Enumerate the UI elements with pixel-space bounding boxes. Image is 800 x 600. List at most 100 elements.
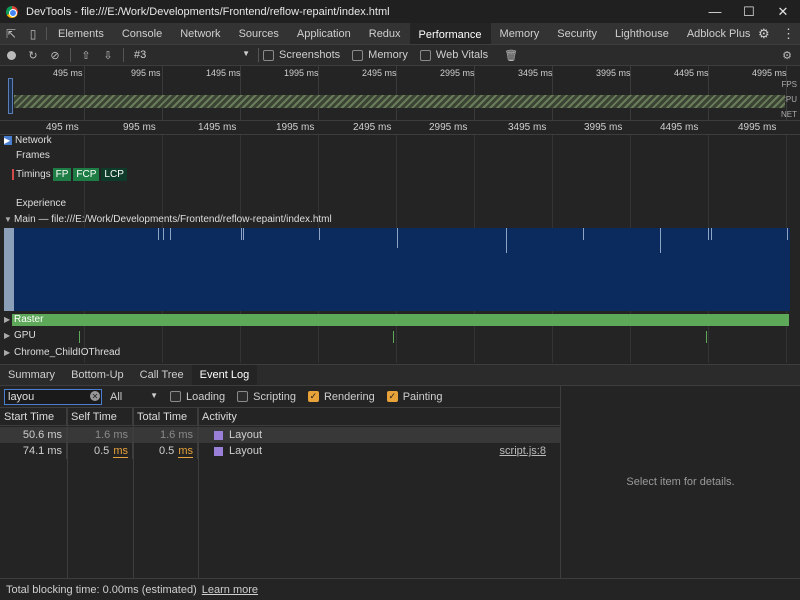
divider [70,48,71,62]
capture-settings-icon[interactable]: ⚙ [776,49,798,62]
settings-gear-icon[interactable]: ⚙ [758,23,770,45]
ruler-tick: 3995 ms [584,122,623,133]
table-row[interactable]: 50.6 ms 1.6 ms 1.6 ms Layout [0,427,560,443]
category-select[interactable]: All ▼ [110,391,158,403]
tab-network[interactable]: Network [171,23,229,44]
expand-arrow-icon[interactable]: ▶ [4,348,14,357]
loading-label: Loading [186,390,226,403]
download-icon[interactable]: ⇩ [97,49,119,62]
expand-arrow-icon[interactable]: ▶ [4,136,12,145]
overview-tick: 1995 ms [284,68,319,78]
garbage-collect-icon[interactable]: 🗑 [500,49,522,62]
clear-icon[interactable]: ⊘ [44,49,66,62]
expand-arrow-icon[interactable]: ▶ [4,331,14,340]
record-icon[interactable] [0,50,22,60]
close-icon[interactable]: ✕ [766,0,800,23]
dropdown-arrow-icon: ▼ [242,49,250,58]
upload-icon[interactable]: ⇧ [75,49,97,62]
overview-tick: 4495 ms [674,68,709,78]
overview-tick: 995 ms [131,68,161,78]
start-time-cell: 50.6 ms [0,427,67,443]
tab-summary[interactable]: Summary [0,365,63,385]
ruler-tick: 1495 ms [198,122,237,133]
layout-category-swatch [214,430,223,440]
layout-category-swatch [214,446,223,456]
fp-marker[interactable]: FP [52,167,72,181]
experience-track[interactable]: Experience [0,198,800,212]
maximize-icon[interactable]: ☐ [732,0,766,23]
filter-input[interactable] [4,388,102,405]
tab-bottom-up[interactable]: Bottom-Up [63,365,132,385]
frames-track[interactable]: Frames [0,150,800,164]
lcp-marker[interactable]: LCP [101,167,127,181]
event-log-filter-bar: All ▼ Loading Scripting ✓Rendering ✓Paint… [0,386,560,408]
ruler-tick: 2995 ms [429,122,468,133]
web-vitals-checkbox[interactable]: Web Vitals [419,49,488,61]
tab-call-tree[interactable]: Call Tree [132,365,192,385]
profile-select[interactable]: #3 ▼ [128,49,254,61]
column-total-time[interactable]: Total Time [133,408,198,425]
inspect-element-icon[interactable]: ⇱ [0,23,22,44]
main-thread-header[interactable]: ▼ Main — file:///E:/Work/Developments/Fro… [0,214,800,227]
tab-memory[interactable]: Memory [491,23,549,44]
more-options-icon[interactable]: ⋮ [782,23,795,45]
tab-elements[interactable]: Elements [49,23,113,44]
timings-track[interactable]: Timings FP FCP LCP [0,166,800,182]
tab-sources[interactable]: Sources [230,23,288,44]
activity-cell: Layout script.js:8 [198,443,560,459]
tab-redux[interactable]: Redux [360,23,410,44]
overview-tick: 3495 ms [518,68,553,78]
fcp-marker[interactable]: FCP [73,167,100,181]
raster-track[interactable]: ▶ Raster [0,314,800,327]
tab-performance[interactable]: Performance [409,23,491,44]
fps-label: FPS [781,80,797,89]
reload-record-icon[interactable]: ↻ [22,49,44,62]
tab-security[interactable]: Security [548,23,606,44]
raster-track-label: Raster [14,314,44,325]
ruler-tick: 4995 ms [738,122,777,133]
chrome-logo-icon [6,5,18,18]
column-start-time[interactable]: Start Time [0,408,67,425]
tab-event-log[interactable]: Event Log [191,365,258,385]
scripting-checkbox[interactable]: Scripting [237,391,296,403]
tab-lighthouse[interactable]: Lighthouse [606,23,678,44]
device-toolbar-icon[interactable]: ▯ [22,23,44,44]
self-time-cell: 1.6 ms [67,427,133,443]
self-time-unit: ms [113,444,128,458]
main-thread-area[interactable] [14,228,790,311]
source-link[interactable]: script.js:8 [500,445,546,457]
tab-adblock-plus[interactable]: Adblock Plus [678,23,760,44]
column-activity[interactable]: Activity [198,408,560,425]
timings-track-label: Timings [12,168,51,180]
window-title: DevTools - file:///E:/Work/Developments/… [26,5,390,18]
column-self-time[interactable]: Self Time [67,408,133,425]
ruler-tick: 4495 ms [660,122,699,133]
expand-arrow-icon[interactable]: ▶ [4,315,14,324]
total-time-value: 0.5 [158,445,175,457]
main-thread-early-activity[interactable] [4,228,14,311]
loading-checkbox[interactable]: Loading [170,391,225,403]
clear-search-icon[interactable]: ✕ [90,391,100,401]
tab-application[interactable]: Application [288,23,360,44]
ruler-tick: 1995 ms [276,122,315,133]
profile-select-value: #3 [134,49,147,61]
rendering-label: Rendering [323,390,375,403]
child-io-thread-track[interactable]: ▶ Chrome_ChildIOThread [0,347,800,361]
timeline-overview[interactable]: 495 ms 995 ms 1495 ms 1995 ms 2495 ms 29… [0,66,800,121]
gpu-track[interactable]: ▶ GPU [0,330,800,344]
overview-tick: 4995 ms [752,68,787,78]
network-track[interactable]: ▶ Network [0,135,800,149]
screenshots-checkbox[interactable]: Screenshots [263,49,340,61]
tab-console[interactable]: Console [113,23,171,44]
status-footer: Total blocking time: 0.00ms (estimated) … [0,578,800,600]
collapse-arrow-icon[interactable]: ▼ [4,215,14,224]
painting-checkbox[interactable]: ✓ Painting [386,391,442,403]
selection-handle[interactable] [8,78,13,114]
memory-checkbox[interactable]: Memory [352,49,408,61]
table-row[interactable]: 74.1 ms 0.5 ms 0.5 ms Layout script.js:8 [0,443,560,459]
net-label: NET [781,110,797,119]
ruler-tick: 3495 ms [508,122,547,133]
rendering-checkbox[interactable]: ✓ Rendering [307,390,375,403]
minimize-icon[interactable]: — [698,0,732,23]
learn-more-link[interactable]: Learn more [202,584,258,596]
